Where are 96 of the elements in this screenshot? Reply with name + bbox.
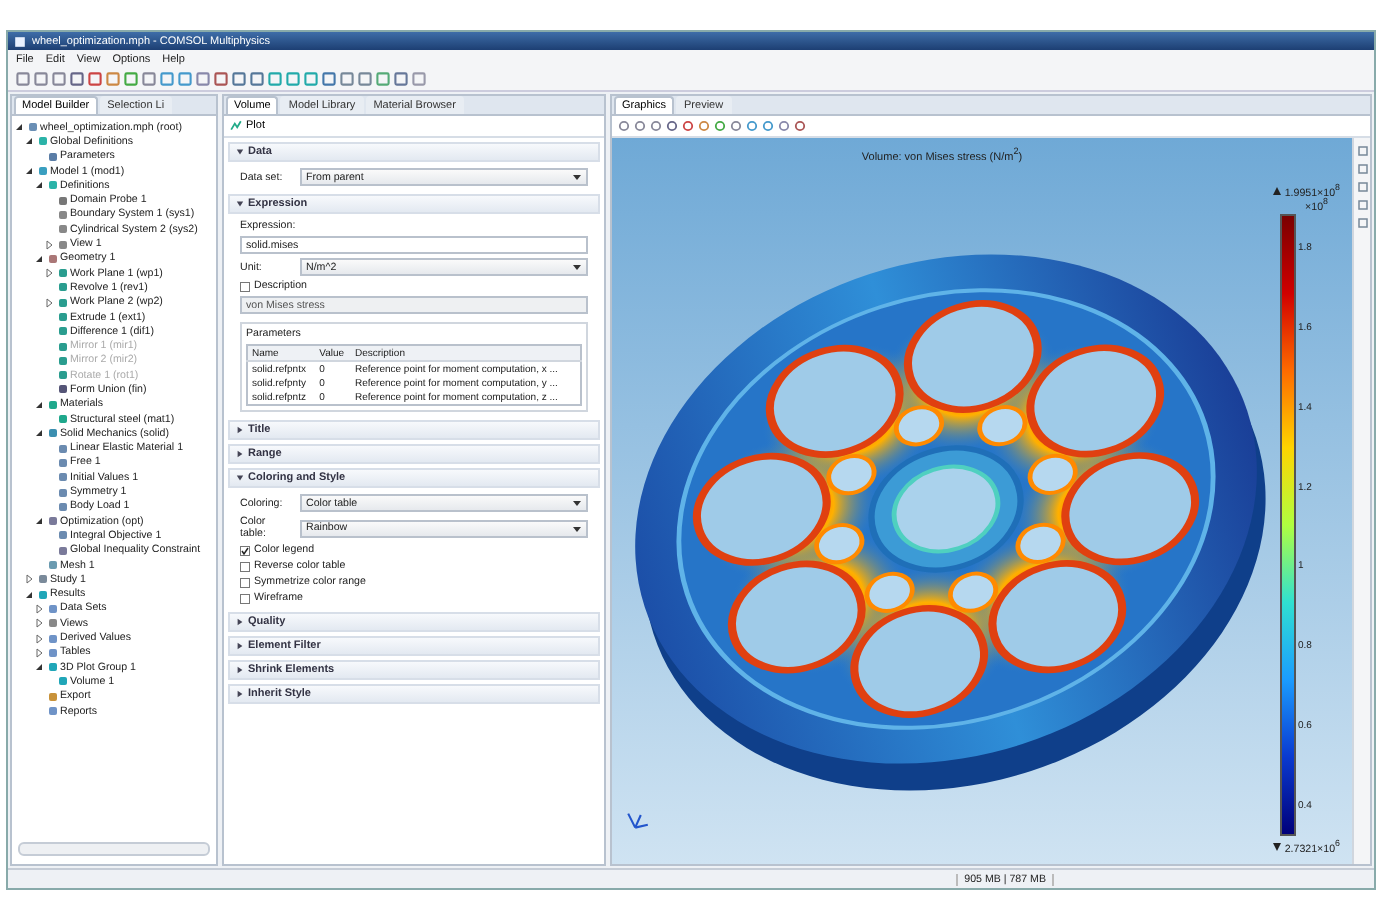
collapse-arrow-icon[interactable] [34, 428, 44, 439]
node-icon [47, 706, 57, 717]
node-icon [57, 326, 67, 337]
node-icon [27, 122, 37, 133]
expand-arrow-icon[interactable] [44, 239, 54, 250]
checkbox[interactable] [240, 545, 250, 555]
small-hole [1015, 522, 1066, 565]
small-hole [814, 522, 865, 565]
node-icon [47, 647, 57, 658]
node-icon [37, 589, 47, 600]
node-icon [47, 516, 57, 527]
node-icon [37, 136, 47, 147]
large-hole [1061, 452, 1199, 566]
node-icon [57, 312, 67, 322]
node-icon [57, 239, 67, 250]
node-icon [57, 443, 67, 454]
collapse-arrow-icon[interactable] [24, 166, 34, 177]
collapse-arrow-icon [236, 200, 244, 208]
expand-arrow-icon[interactable] [34, 603, 44, 614]
expand-arrow-icon[interactable] [34, 618, 44, 629]
expand-arrow-icon[interactable] [44, 268, 54, 279]
node-icon [47, 428, 57, 439]
expand-arrow-icon[interactable] [44, 297, 54, 308]
small-hole [977, 404, 1028, 447]
dropdown-caret-icon [572, 498, 582, 508]
node-icon [57, 530, 67, 541]
node-icon [47, 618, 57, 629]
node-icon [37, 166, 47, 177]
expand-arrow-icon [236, 642, 244, 650]
node-icon [47, 662, 57, 673]
checkbox[interactable] [240, 577, 250, 587]
node-icon [57, 355, 67, 366]
node-icon [57, 297, 67, 308]
node-icon [57, 341, 67, 352]
large-hole [693, 452, 831, 566]
node-icon [47, 399, 57, 410]
collapse-arrow-icon[interactable] [34, 253, 44, 264]
node-icon [57, 268, 67, 279]
node-icon [47, 603, 57, 614]
large-hole [904, 299, 1042, 414]
collapse-arrow-icon [236, 474, 244, 482]
node-icon [47, 180, 57, 191]
down-triangle-icon [1271, 842, 1282, 852]
collapse-arrow-icon[interactable] [24, 136, 34, 147]
checkbox[interactable] [240, 561, 250, 571]
dropdown-caret-icon [572, 523, 582, 533]
small-hole [1027, 453, 1078, 496]
node-icon [47, 691, 57, 702]
up-triangle-icon [1271, 185, 1282, 196]
expand-arrow-icon [236, 618, 244, 626]
node-icon [57, 370, 67, 381]
expand-arrow-icon [236, 690, 244, 698]
large-hole [988, 559, 1126, 674]
node-icon [57, 676, 67, 687]
node-icon [47, 253, 57, 264]
node-icon [57, 195, 67, 206]
expand-arrow-icon [236, 450, 244, 458]
expand-arrow-icon[interactable] [34, 633, 44, 644]
small-hole [894, 405, 944, 447]
expand-arrow-icon [236, 666, 244, 674]
node-icon [57, 457, 67, 468]
node-icon [57, 501, 67, 512]
large-hole [850, 604, 988, 719]
dropdown-caret-icon [572, 262, 582, 272]
node-icon [57, 209, 67, 220]
collapse-arrow-icon[interactable] [24, 589, 34, 600]
checkbox[interactable] [240, 593, 250, 603]
expand-arrow-icon [236, 426, 244, 434]
node-icon [57, 487, 67, 498]
small-hole [826, 453, 877, 496]
node-icon [57, 414, 67, 425]
collapse-arrow-icon[interactable] [14, 122, 24, 133]
expand-arrow-icon[interactable] [24, 574, 34, 585]
checkbox[interactable] [240, 281, 250, 291]
collapse-arrow-icon[interactable] [34, 662, 44, 673]
horizontal-scrollbar[interactable] [18, 842, 210, 856]
expand-arrow-icon[interactable] [34, 647, 44, 658]
collapse-arrow-icon[interactable] [34, 516, 44, 527]
collapse-arrow-icon[interactable] [34, 180, 44, 191]
node-icon [57, 545, 67, 556]
collapse-arrow-icon[interactable] [34, 399, 44, 410]
dropdown-caret-icon [572, 172, 582, 182]
node-icon [47, 151, 57, 162]
node-icon [57, 384, 67, 395]
node-icon [57, 282, 67, 293]
large-hole [728, 560, 866, 674]
node-icon [37, 574, 47, 585]
collapse-arrow-icon [236, 148, 244, 156]
node-icon [47, 560, 57, 571]
large-hole [766, 344, 904, 459]
node-icon [57, 472, 67, 483]
small-hole [864, 571, 915, 614]
line-plot-icon [230, 120, 242, 132]
large-hole [1026, 344, 1164, 458]
node-icon [57, 224, 67, 235]
node-icon [47, 633, 57, 644]
